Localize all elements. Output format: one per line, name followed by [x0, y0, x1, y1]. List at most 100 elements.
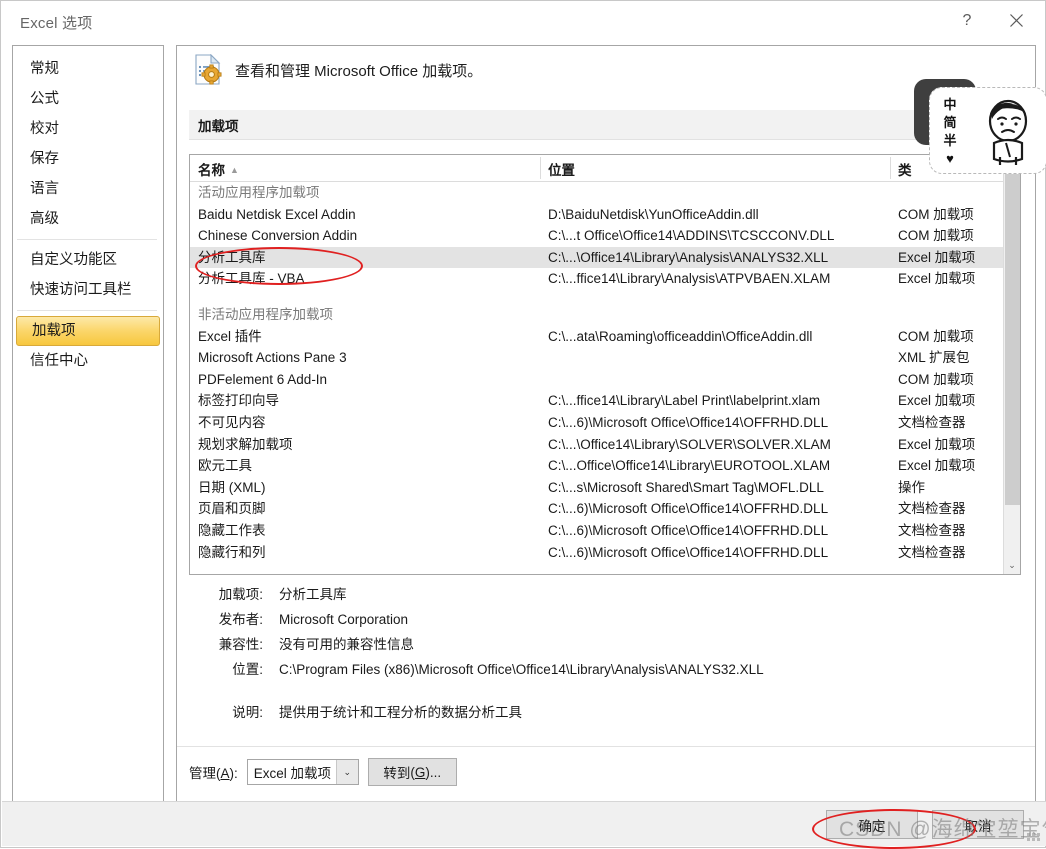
- cell-type: COM 加载项: [898, 328, 974, 344]
- sidebar-item-proofing[interactable]: 校对: [15, 114, 161, 144]
- cell-type: Excel 加载项: [898, 271, 976, 287]
- ime-halfwidth-mode-icon[interactable]: 半: [943, 132, 956, 149]
- cell-name: PDFelement 6 Add-In: [198, 371, 328, 387]
- cell-name: 规划求解加载项: [198, 436, 293, 452]
- table-row[interactable]: 分析工具库 - VBA C:\...ffice14\Library\Analys…: [190, 268, 1020, 290]
- addins-list[interactable]: 名称 ▲ 位置 类 活动应用程序加载项 Baidu Netdisk Excel A…: [189, 154, 1021, 575]
- ime-simplified-mode-icon[interactable]: 简: [943, 114, 956, 131]
- sidebar-item-language[interactable]: 语言: [15, 174, 161, 204]
- ok-button[interactable]: 确定: [826, 810, 918, 839]
- table-row[interactable]: 隐藏工作表 C:\...6)\Microsoft Office\Office14…: [190, 520, 1020, 542]
- table-row[interactable]: PDFelement 6 Add-In COM 加载项: [190, 369, 1020, 391]
- cell-name: 隐藏工作表: [198, 522, 266, 538]
- cell-name: 日期 (XML): [198, 479, 266, 495]
- table-row[interactable]: Baidu Netdisk Excel Addin D:\BaiduNetdis…: [190, 204, 1020, 226]
- cell-type: 文档检查器: [898, 414, 966, 430]
- dialog-title: Excel 选项: [20, 15, 93, 32]
- ime-heart-icon[interactable]: ♥: [946, 150, 954, 167]
- sidebar-item-addins[interactable]: 加载项: [16, 316, 160, 346]
- table-row[interactable]: 页眉和页脚 C:\...6)\Microsoft Office\Office14…: [190, 498, 1020, 520]
- cell-type: Excel 加载项: [898, 249, 976, 265]
- sidebar-item-trust-center[interactable]: 信任中心: [15, 346, 161, 376]
- ime-floating-panel[interactable]: 中 简 半 ♥: [914, 79, 1046, 176]
- cell-location: C:\...6)\Microsoft Office\Office14\OFFRH…: [548, 522, 829, 538]
- sidebar-item-label: 保存: [30, 151, 59, 167]
- table-row[interactable]: 不可见内容 C:\...6)\Microsoft Office\Office14…: [190, 412, 1020, 434]
- sidebar-item-general[interactable]: 常规: [15, 54, 161, 84]
- detail-row-location: 位置: C:\Program Files (x86)\Microsoft Off…: [189, 657, 1021, 682]
- chevron-down-icon[interactable]: ⌄: [335, 760, 358, 784]
- section-heading: 加载项: [189, 110, 1021, 140]
- sidebar-item-quick-access-toolbar[interactable]: 快速访问工具栏: [15, 275, 161, 305]
- table-row[interactable]: 欧元工具 C:\...Office\Office14\Library\EUROT…: [190, 455, 1020, 477]
- list-group-header: 活动应用程序加载项: [190, 182, 1020, 204]
- sidebar-divider: [17, 310, 157, 311]
- table-row[interactable]: Excel 插件 C:\...ata\Roaming\officeaddin\O…: [190, 326, 1020, 348]
- sidebar-item-advanced[interactable]: 高级: [15, 204, 161, 234]
- detail-value-compatibility: 没有可用的兼容性信息: [279, 637, 414, 652]
- manage-dropdown[interactable]: Excel 加载项 ⌄: [246, 759, 359, 785]
- cell-location: C:\...ffice14\Library\Label Print\labelp…: [548, 393, 821, 409]
- table-row[interactable]: 隐藏行和列 C:\...6)\Microsoft Office\Office14…: [190, 542, 1020, 564]
- detail-row-compatibility: 兼容性: 没有可用的兼容性信息: [189, 632, 1021, 657]
- sidebar-item-label: 信任中心: [30, 353, 88, 369]
- title-bar: Excel 选项 ?: [1, 1, 1045, 40]
- scroll-down-icon[interactable]: ⌄: [1004, 557, 1020, 574]
- sidebar-item-save[interactable]: 保存: [15, 144, 161, 174]
- list-column-headers: 名称 ▲ 位置 类: [190, 155, 1020, 182]
- list-group-spacer: [190, 290, 1020, 304]
- close-icon[interactable]: [993, 1, 1039, 40]
- ime-character-avatar-icon[interactable]: [970, 88, 1046, 173]
- table-row[interactable]: 日期 (XML) C:\...s\Microsoft Shared\Smart …: [190, 477, 1020, 499]
- manage-row: 管理(A): Excel 加载项 ⌄ 转到(G)...: [189, 758, 457, 786]
- column-divider[interactable]: [540, 157, 541, 179]
- manage-label-accelerator: A: [220, 766, 230, 781]
- cell-location: C:\...ata\Roaming\officeaddin\OfficeAddi…: [548, 328, 813, 344]
- column-divider[interactable]: [890, 157, 891, 179]
- cell-type: 文档检查器: [898, 501, 966, 517]
- ime-panel-body[interactable]: 中 简 半 ♥: [929, 87, 1046, 174]
- cell-location: D:\BaiduNetdisk\YunOfficeAddin.dll: [548, 206, 759, 222]
- addins-content-pane: 查看和管理 Microsoft Office 加载项。 加载项 名称 ▲ 位置 类…: [176, 45, 1036, 802]
- table-row[interactable]: Chinese Conversion Addin C:\...t Office\…: [190, 225, 1020, 247]
- cell-name: Excel 插件: [198, 328, 262, 344]
- cell-location: C:\...\Office14\Library\Analysis\ANALYS3…: [548, 249, 829, 265]
- cell-location: C:\...t Office\Office14\ADDINS\TCSCCONV.…: [548, 228, 835, 244]
- sidebar-divider: [17, 239, 157, 240]
- sidebar-item-label: 常规: [30, 61, 59, 77]
- sidebar-item-formulas[interactable]: 公式: [15, 84, 161, 114]
- scrollbar-thumb[interactable]: [1005, 173, 1020, 505]
- go-to-label: 转到: [383, 766, 411, 781]
- list-scrollbar[interactable]: ▲ ⌄: [1003, 155, 1020, 574]
- help-icon[interactable]: ?: [944, 1, 990, 40]
- sidebar-item-label: 自定义功能区: [30, 252, 117, 268]
- manage-label-text: 管理: [189, 766, 216, 781]
- ime-mode-indicators[interactable]: 中 简 半 ♥: [930, 88, 970, 173]
- cell-name: 分析工具库 - VBA: [198, 271, 305, 287]
- column-header-location[interactable]: 位置: [548, 159, 575, 179]
- cell-location: C:\...Office\Office14\Library\EUROTOOL.X…: [548, 458, 831, 474]
- sidebar-item-label: 高级: [30, 211, 59, 227]
- table-row[interactable]: 标签打印向导 C:\...ffice14\Library\Label Print…: [190, 390, 1020, 412]
- ime-chinese-mode-icon[interactable]: 中: [943, 96, 956, 113]
- cell-name: 分析工具库: [198, 249, 266, 265]
- column-header-name-label: 名称: [198, 163, 225, 178]
- excel-options-dialog: Excel 选项 ? 常规 公式 校对 保存 语言 高级 自定义功能区 快速访问…: [0, 0, 1046, 849]
- cell-location: C:\...s\Microsoft Shared\Smart Tag\MOFL.…: [548, 479, 824, 495]
- cell-type: COM 加载项: [898, 206, 974, 222]
- cell-location: C:\...6)\Microsoft Office\Office14\OFFRH…: [548, 544, 829, 560]
- detail-value-location: C:\Program Files (x86)\Microsoft Office\…: [279, 662, 764, 677]
- sidebar-item-customize-ribbon[interactable]: 自定义功能区: [15, 245, 161, 275]
- column-header-type[interactable]: 类: [898, 159, 912, 179]
- cancel-button[interactable]: 取消: [932, 810, 1024, 839]
- table-row-selected[interactable]: 分析工具库 C:\...\Office14\Library\Analysis\A…: [190, 246, 1020, 269]
- cell-type: 文档检查器: [898, 522, 966, 538]
- table-row[interactable]: Microsoft Actions Pane 3 XML 扩展包: [190, 347, 1020, 369]
- cell-name: 隐藏行和列: [198, 544, 266, 560]
- cell-name: 标签打印向导: [198, 393, 279, 409]
- go-to-button[interactable]: 转到(G)...: [367, 758, 457, 786]
- table-row[interactable]: 规划求解加载项 C:\...\Office14\Library\SOLVER\S…: [190, 434, 1020, 456]
- column-header-name[interactable]: 名称 ▲: [198, 159, 239, 179]
- cell-type: 操作: [898, 479, 925, 495]
- cell-name: 不可见内容: [198, 414, 266, 430]
